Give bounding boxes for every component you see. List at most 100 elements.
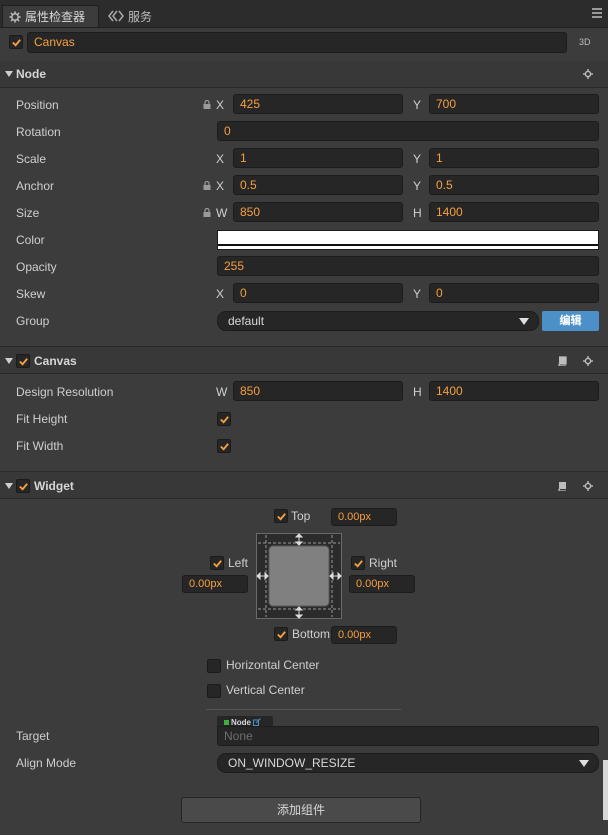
tab-service[interactable]: 服务	[102, 5, 174, 27]
widget-bottom-checkbox[interactable]	[274, 627, 288, 641]
widget-left-checkbox[interactable]	[210, 556, 224, 570]
position-y-input[interactable]: 700	[429, 94, 599, 114]
widget-top-input[interactable]: 0.00px	[331, 508, 397, 526]
anchor-label: Anchor	[16, 179, 55, 193]
position-x-label: X	[216, 98, 225, 112]
skew-y-input[interactable]: 0	[429, 283, 599, 303]
align-mode-select[interactable]: ON_WINDOW_RESIZE	[217, 753, 599, 773]
checkmark-icon	[276, 630, 286, 639]
position-x-input[interactable]: 425	[233, 94, 403, 114]
design-resolution-w-label: W	[216, 385, 228, 399]
group-edit-button[interactable]: 编辑	[542, 311, 599, 331]
add-component-button[interactable]: 添加组件	[181, 797, 421, 823]
target-node-input[interactable]: None	[217, 726, 599, 746]
widget-enabled-checkbox[interactable]	[16, 479, 30, 493]
tab-service-label: 服务	[128, 9, 153, 24]
group-select[interactable]: default	[217, 311, 539, 331]
design-resolution-h-input[interactable]: 1400	[429, 381, 599, 401]
skew-x-label: X	[216, 287, 225, 301]
checkmark-icon	[18, 357, 28, 366]
scale-y-label: Y	[413, 152, 422, 166]
fit-height-label: Fit Height	[16, 412, 68, 426]
scale-x-input[interactable]: 1	[233, 148, 403, 168]
checkmark-icon	[353, 559, 363, 568]
vertical-center-label: Vertical Center	[226, 683, 305, 697]
widget-right-checkbox[interactable]	[351, 556, 365, 570]
checkmark-icon	[276, 512, 286, 521]
settings-gear-icon[interactable]	[583, 356, 593, 366]
widget-left-input[interactable]: 0.00px	[182, 575, 248, 593]
collapse-arrow-icon[interactable]	[5, 358, 13, 364]
anchor-x-input[interactable]: 0.5	[233, 175, 403, 195]
horizontal-center-checkbox[interactable]	[207, 659, 221, 673]
color-label: Color	[16, 233, 45, 247]
tab-inspector[interactable]: 属性检查器	[2, 5, 99, 27]
widget-bottom-input[interactable]: 0.00px	[331, 626, 397, 644]
widget-top-label: Top	[291, 509, 311, 523]
book-icon[interactable]	[557, 481, 567, 491]
dropdown-arrow-icon	[519, 318, 529, 325]
size-label: Size	[16, 206, 40, 220]
anchor-x-label: X	[216, 179, 225, 193]
horizontal-center-label: Horizontal Center	[226, 658, 320, 672]
group-label: Group	[16, 314, 50, 328]
settings-gear-icon[interactable]	[583, 69, 593, 79]
widget-left-label: Left	[228, 556, 249, 570]
rotation-input[interactable]: 0	[217, 121, 599, 141]
node-active-checkbox[interactable]	[9, 35, 23, 49]
group-select-value: default	[228, 314, 265, 328]
book-icon[interactable]	[557, 356, 567, 366]
checkmark-icon	[219, 442, 229, 451]
checkmark-icon	[18, 482, 28, 491]
lock-icon[interactable]	[203, 208, 211, 217]
fit-height-checkbox[interactable]	[217, 412, 231, 426]
widget-alignment-diagram[interactable]	[256, 533, 342, 619]
checkmark-icon	[212, 559, 222, 568]
widget-top-checkbox[interactable]	[274, 509, 288, 523]
skew-x-input[interactable]: 0	[233, 283, 403, 303]
3d-toggle[interactable]: 3D	[579, 37, 591, 47]
lock-icon[interactable]	[203, 100, 211, 109]
tab-inspector-label: 属性检查器	[25, 10, 86, 24]
divider	[0, 498, 608, 499]
divider	[206, 709, 401, 710]
collapse-arrow-icon[interactable]	[5, 483, 13, 489]
widget-section-title: Widget	[34, 479, 74, 493]
panel-menu-icon[interactable]	[592, 8, 602, 18]
node-type-icon	[224, 719, 229, 725]
node-section-header[interactable]	[0, 61, 608, 87]
size-w-input[interactable]: 850	[233, 202, 403, 222]
position-label: Position	[16, 98, 59, 112]
node-section-title: Node	[16, 67, 46, 81]
align-mode-value: ON_WINDOW_RESIZE	[228, 756, 356, 770]
gear-icon	[9, 11, 21, 22]
widget-section-header[interactable]	[0, 472, 608, 498]
align-mode-label: Align Mode	[16, 756, 77, 770]
canvas-section-header[interactable]	[0, 347, 608, 373]
lock-icon[interactable]	[203, 181, 211, 190]
dropdown-arrow-icon	[579, 760, 589, 767]
scrollbar[interactable]	[603, 760, 608, 820]
external-link-icon[interactable]	[253, 718, 261, 726]
scale-label: Scale	[16, 152, 47, 166]
service-icon	[108, 10, 124, 22]
widget-right-input[interactable]: 0.00px	[349, 575, 415, 593]
color-swatch[interactable]	[217, 230, 599, 250]
scale-x-label: X	[216, 152, 225, 166]
size-h-label: H	[413, 206, 422, 220]
scale-y-input[interactable]: 1	[429, 148, 599, 168]
design-resolution-w-input[interactable]: 850	[233, 381, 403, 401]
size-h-input[interactable]: 1400	[429, 202, 599, 222]
anchor-y-input[interactable]: 0.5	[429, 175, 599, 195]
settings-gear-icon[interactable]	[583, 481, 593, 491]
collapse-arrow-icon[interactable]	[5, 71, 13, 77]
widget-right-label: Right	[369, 556, 398, 570]
vertical-center-checkbox[interactable]	[207, 684, 221, 698]
rotation-label: Rotation	[16, 125, 61, 139]
opacity-input[interactable]: 255	[217, 256, 599, 276]
canvas-enabled-checkbox[interactable]	[16, 354, 30, 368]
node-name-input[interactable]: Canvas	[27, 32, 567, 53]
skew-y-label: Y	[413, 287, 422, 301]
fit-width-checkbox[interactable]	[217, 439, 231, 453]
opacity-label: Opacity	[16, 260, 57, 274]
